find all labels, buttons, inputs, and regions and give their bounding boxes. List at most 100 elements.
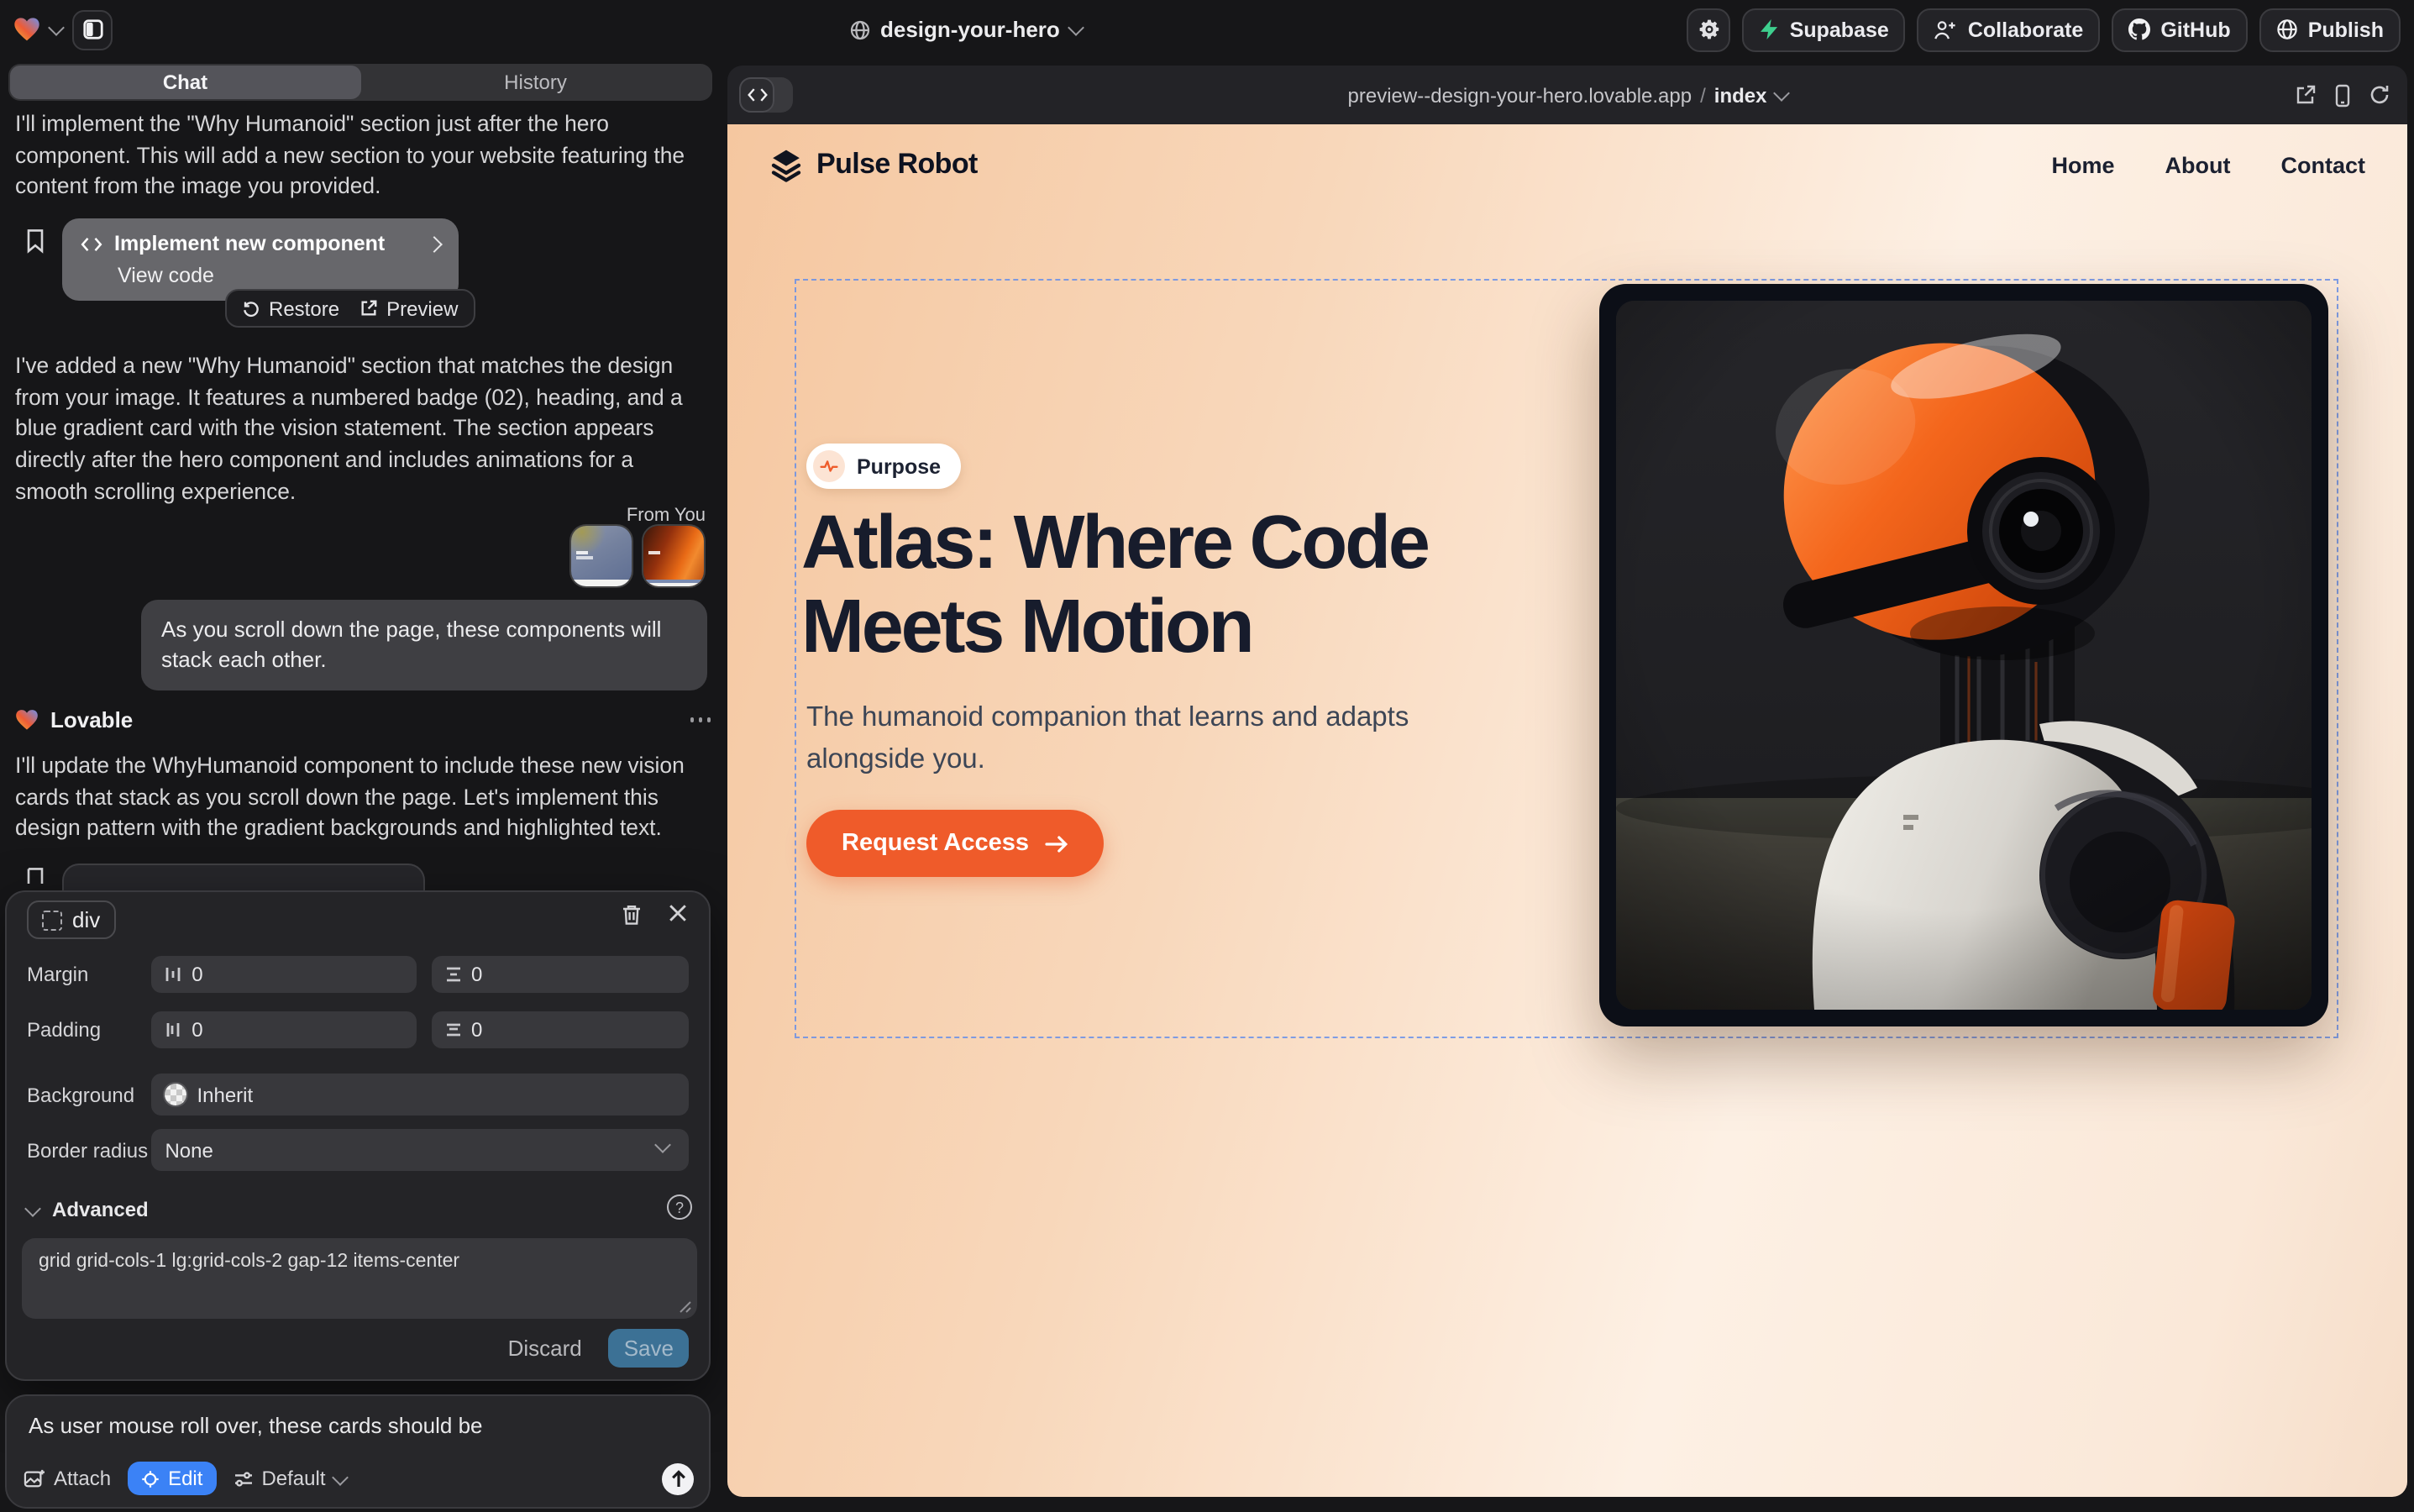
sidebar-toggle-button[interactable] (72, 9, 113, 50)
arrow-right-icon (1044, 834, 1068, 853)
gear-icon (1698, 18, 1720, 40)
sliders-icon (233, 1469, 253, 1488)
send-button[interactable] (662, 1462, 694, 1494)
arrow-up-icon (669, 1469, 686, 1488)
save-button[interactable]: Save (609, 1329, 689, 1368)
github-button[interactable]: GitHub (2112, 8, 2247, 51)
mobile-view-icon[interactable] (2335, 83, 2350, 107)
site-brand[interactable]: Pulse Robot (769, 147, 978, 182)
help-icon[interactable]: ? (667, 1194, 692, 1220)
message-menu-icon[interactable] (690, 718, 711, 722)
preview-button[interactable]: Preview (359, 297, 458, 320)
chat-mode-selector[interactable]: Default (233, 1467, 345, 1490)
bookmark-icon[interactable] (25, 228, 45, 254)
page-chevron-down-icon (1773, 84, 1790, 101)
trash-icon[interactable] (622, 904, 642, 926)
chevron-right-icon (426, 235, 443, 252)
restore-icon (242, 299, 260, 318)
transparency-swatch-icon (165, 1084, 186, 1105)
restore-button[interactable]: Restore (242, 297, 339, 320)
border-radius-select[interactable]: None (151, 1129, 689, 1171)
padding-row: Padding 0 0 (27, 1011, 689, 1048)
background-label: Background (27, 1083, 151, 1106)
image-attach-icon (24, 1468, 45, 1488)
globe-icon (850, 19, 870, 39)
purpose-badge: Purpose (806, 444, 961, 489)
padding-label: Padding (27, 1018, 151, 1042)
supabase-button[interactable]: Supabase (1743, 8, 1906, 51)
preview-chrome: preview--design-your-hero.lovable.app / … (727, 66, 2407, 124)
project-chevron-down-icon (1068, 18, 1084, 35)
background-input[interactable]: Inherit (151, 1074, 689, 1116)
hero-heading: Atlas: Where Code Meets Motion (801, 501, 1428, 669)
pulse-icon (813, 450, 845, 482)
collaborate-icon (1934, 19, 1958, 39)
target-icon (141, 1469, 160, 1488)
composer-input[interactable]: As user mouse roll over, these cards sho… (29, 1413, 483, 1438)
hero-subtitle: The humanoid companion that learns and a… (806, 697, 1431, 781)
project-selector[interactable]: design-your-hero (850, 0, 1082, 59)
open-in-new-tab-icon[interactable] (2295, 84, 2317, 106)
view-code-link[interactable]: View code (81, 264, 440, 287)
padding-y-input[interactable]: 0 (431, 1011, 689, 1048)
site-navbar: Pulse Robot Home About Contact (727, 124, 2407, 205)
padding-x-icon (165, 1021, 181, 1038)
project-name: design-your-hero (880, 17, 1060, 42)
layers-logo-icon (769, 147, 803, 182)
nav-link-home[interactable]: Home (2052, 152, 2115, 177)
close-icon[interactable] (669, 904, 687, 922)
settings-button[interactable] (1687, 8, 1731, 51)
publish-globe-icon (2276, 18, 2298, 40)
padding-y-icon (444, 1021, 461, 1038)
version-hover-toolbar: Restore Preview (225, 289, 475, 328)
component-card-behind (62, 864, 425, 894)
margin-label: Margin (27, 963, 151, 986)
margin-row: Margin 0 0 (27, 956, 689, 993)
margin-y-input[interactable]: 0 (431, 956, 689, 993)
resize-handle[interactable] (679, 1300, 692, 1314)
border-radius-row: Border radius None (27, 1129, 689, 1171)
refresh-icon[interactable] (2369, 84, 2390, 106)
from-you-label: From You (627, 506, 706, 526)
discard-button[interactable]: Discard (508, 1336, 582, 1361)
margin-y-icon (444, 966, 461, 983)
preview-pane: preview--design-your-hero.lovable.app / … (727, 66, 2407, 1497)
request-access-button[interactable]: Request Access (806, 810, 1103, 877)
advanced-toggle[interactable]: Advanced (27, 1198, 149, 1221)
collaborate-button[interactable]: Collaborate (1918, 8, 2101, 51)
chevron-down-icon (654, 1137, 671, 1153)
edit-mode-button[interactable]: Edit (128, 1462, 216, 1495)
tab-history[interactable]: History (360, 66, 711, 99)
supabase-icon (1760, 18, 1780, 40)
attachment-thumbnail-2[interactable] (643, 526, 704, 586)
element-tag: div (72, 907, 100, 932)
attachment-thumbnail-1[interactable] (571, 526, 632, 586)
code-icon (81, 236, 102, 251)
tab-chat[interactable]: Chat (10, 66, 360, 99)
nav-link-about[interactable]: About (2165, 152, 2231, 177)
assistant-header: Lovable (15, 707, 711, 732)
padding-x-input[interactable]: 0 (151, 1011, 416, 1048)
publish-button[interactable]: Publish (2259, 8, 2401, 51)
workspace-chevron-down-icon[interactable] (48, 18, 65, 35)
external-link-icon (359, 299, 378, 318)
nav-link-contact[interactable]: Contact (2281, 152, 2366, 177)
border-radius-label: Border radius (27, 1138, 151, 1162)
component-card-title: Implement new component (114, 232, 385, 255)
classes-textarea[interactable]: grid grid-cols-1 lg:grid-cols-2 gap-12 i… (22, 1238, 697, 1319)
margin-x-icon (165, 966, 181, 983)
lovable-logo-icon[interactable] (13, 17, 40, 42)
chat-history-tabs: Chat History (8, 64, 712, 101)
preview-url[interactable]: preview--design-your-hero.lovable.app / … (727, 66, 2407, 124)
app-window: design-your-hero Supabase Collaborate (0, 0, 2414, 1512)
element-tag-chip: div (27, 900, 115, 939)
attach-button[interactable]: Attach (24, 1467, 111, 1490)
user-quoted-message: As you scroll down the page, these compo… (141, 600, 707, 691)
chat-composer: As user mouse roll over, these cards sho… (5, 1394, 711, 1509)
badge-label: Purpose (857, 454, 941, 478)
robot-image (1616, 301, 2312, 1010)
assistant-message: I've added a new "Why Humanoid" section … (15, 351, 711, 508)
margin-x-input[interactable]: 0 (151, 956, 416, 993)
assistant-message: I'll update the WhyHumanoid component to… (15, 751, 711, 845)
element-inspector-panel: div Margin 0 0 Padding (5, 890, 711, 1381)
